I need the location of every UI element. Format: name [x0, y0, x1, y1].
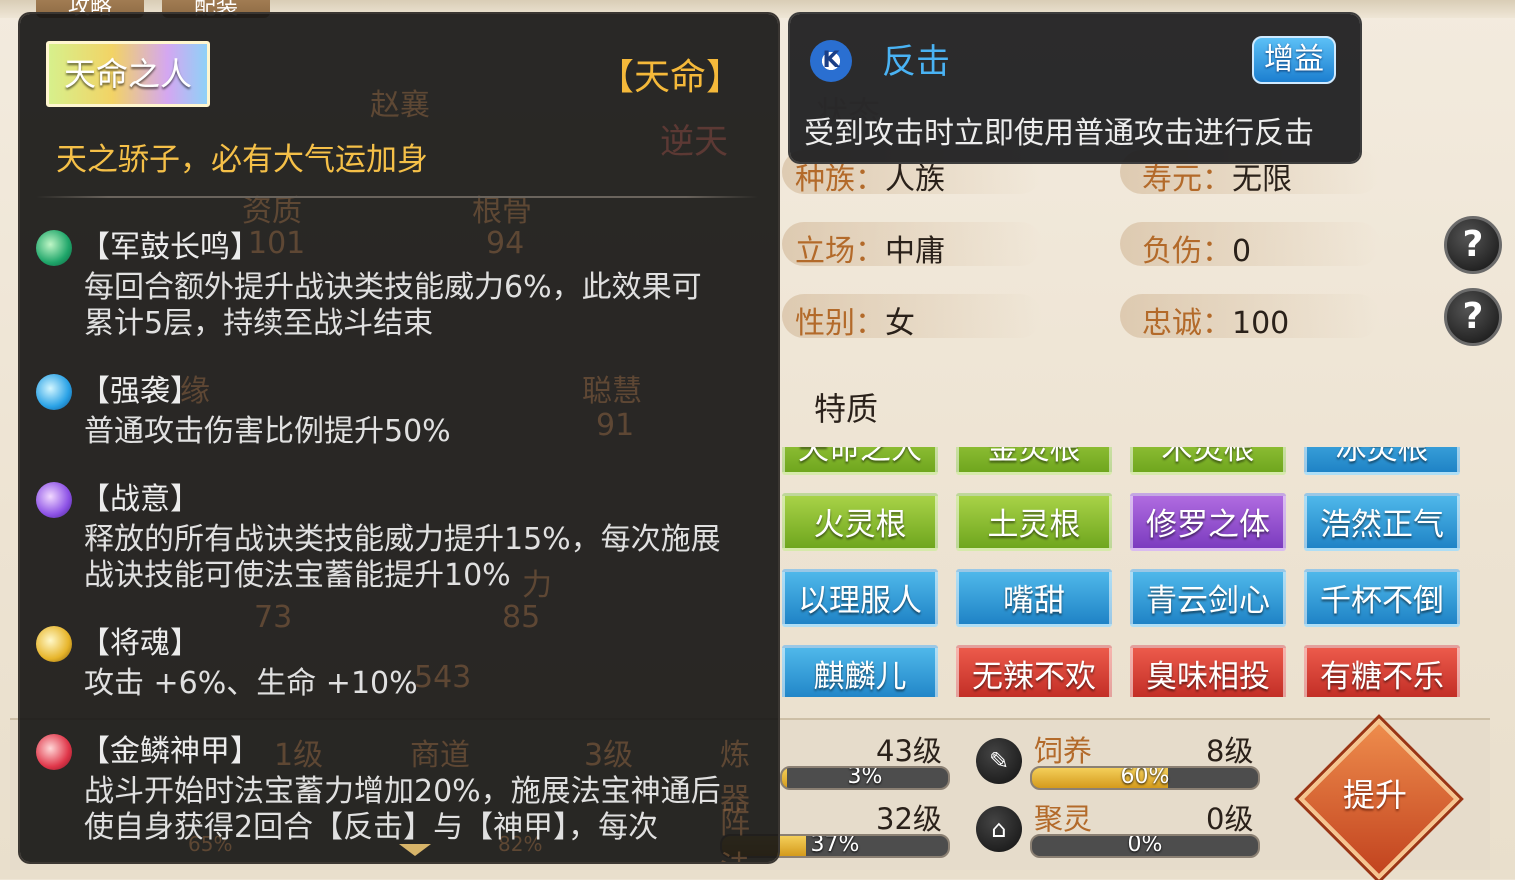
help-button-injury[interactable]: ?: [1444, 216, 1502, 274]
trait-chip[interactable]: 土灵根: [956, 493, 1112, 551]
level-value: 8级: [1206, 734, 1254, 768]
trait-title-badge: 天命之人: [46, 41, 210, 107]
buff-description-line: 累计5层，持续至战斗结束: [84, 306, 434, 341]
attr-faint: 1级: [274, 738, 324, 773]
buff-description-line: 普通攻击伤害比例提升50%: [84, 414, 451, 449]
skill-tooltip: K 反击 增益 受到攻击时立即使用普通攻击进行反击: [790, 14, 1360, 162]
scroll-down-icon[interactable]: [399, 844, 431, 856]
spirit-gather-icon: ⌂: [976, 806, 1022, 852]
character-name-faint: 赵襄: [370, 88, 430, 123]
divider: [36, 196, 758, 198]
traits-grid: 天命之人 金灵根 木灵根 冰灵根 火灵根 土灵根 修罗之体 浩然正气 以理服人 …: [782, 447, 1468, 697]
stamp-faint: 逆天: [660, 122, 728, 162]
trait-chip[interactable]: 天命之人: [782, 447, 938, 475]
attr-faint: 3级: [584, 738, 634, 773]
upgrade-button-label[interactable]: 提升: [1322, 770, 1428, 816]
trait-chip[interactable]: 青云剑心: [1130, 569, 1286, 627]
trait-chip[interactable]: 千杯不倒: [1304, 569, 1460, 627]
trait-chip[interactable]: 金灵根: [956, 447, 1112, 475]
trait-chip[interactable]: 嘴甜: [956, 569, 1112, 627]
trait-chip[interactable]: 冰灵根: [1304, 447, 1460, 475]
help-button-loyalty[interactable]: ?: [1444, 288, 1502, 346]
gold-flame-icon: [36, 626, 72, 662]
red-flame-icon: [36, 734, 72, 770]
buff-name: 【强袭】: [80, 374, 200, 409]
trait-chip[interactable]: 火灵根: [782, 493, 938, 551]
progress-bar: 60%: [1030, 766, 1260, 790]
buff-description-line: 使自身获得2回合【反击】与【神甲】，每次: [84, 810, 659, 845]
trait-tooltip: 赵襄 逆天 资质 根骨 101 94 缘 聪慧 91 力 73 85 543 1…: [20, 14, 778, 862]
buff-description-line: 战诀技能可使法宝蓄能提升10%: [84, 558, 511, 593]
attr-faint: 94: [486, 226, 525, 261]
trait-chip[interactable]: 以理服人: [782, 569, 938, 627]
trait-chip[interactable]: 浩然正气: [1304, 493, 1460, 551]
buff-name: 【战意】: [80, 482, 200, 517]
buff-name: 【军鼓长鸣】: [80, 230, 260, 265]
buff-description-line: 每回合额外提升战诀类技能威力6%，此效果可: [84, 270, 702, 305]
attr-faint: 聪慧: [582, 374, 642, 409]
attr-faint: 73: [254, 600, 293, 635]
attr-faint: 85: [502, 600, 541, 635]
trait-chip[interactable]: 麒麟儿: [782, 645, 938, 697]
progress-bar: 0%: [1030, 834, 1260, 858]
buff-description-line: 释放的所有战诀类技能威力提升15%，每次施展: [84, 522, 721, 557]
level-value: 0级: [1206, 802, 1254, 836]
buff-description-line: 战斗开始时法宝蓄力增加20%，施展法宝神通后: [84, 774, 721, 809]
trait-chip[interactable]: 臭味相投: [1130, 645, 1286, 697]
trait-motto: 天之骄子，必有大气运加身: [56, 142, 428, 178]
info-stance: 立场：中庸: [795, 234, 945, 269]
buff-tag: 增益: [1252, 36, 1336, 84]
level-value: 32级: [876, 802, 942, 836]
counterattack-icon: K: [810, 40, 852, 82]
feed-icon: ✎: [976, 738, 1022, 784]
traits-heading: 特质: [814, 390, 879, 428]
info-gender: 性别：女: [795, 306, 915, 341]
trait-chip[interactable]: 有糖不乐: [1304, 645, 1460, 697]
skill-description: 受到攻击时立即使用普通攻击进行反击: [804, 116, 1314, 151]
purple-flame-icon: [36, 482, 72, 518]
level-value: 43级: [876, 734, 942, 768]
trait-chip[interactable]: 木灵根: [1130, 447, 1286, 475]
trait-chip[interactable]: 无辣不欢: [956, 645, 1112, 697]
cyan-flame-icon: [36, 374, 72, 410]
buff-description-line: 攻击 +6%、生命 +10%: [84, 666, 418, 701]
info-injury: 负伤：0: [1142, 234, 1252, 269]
skill-name: 反击: [882, 42, 950, 82]
trait-tier: 【天命】: [597, 57, 742, 98]
green-flame-icon: [36, 230, 72, 266]
info-loyalty: 忠诚：100: [1142, 306, 1290, 341]
progress-bar: 3%: [780, 766, 950, 790]
buff-name: 【金鳞神甲】: [80, 734, 260, 769]
level-name: 聚灵: [1034, 802, 1093, 836]
attr-faint: 根骨: [472, 194, 532, 229]
level-name: 饲养: [1034, 734, 1093, 768]
buff-name: 【将魂】: [80, 626, 200, 661]
attr-faint: 商道: [410, 738, 470, 773]
trait-chip[interactable]: 修罗之体: [1130, 493, 1286, 551]
